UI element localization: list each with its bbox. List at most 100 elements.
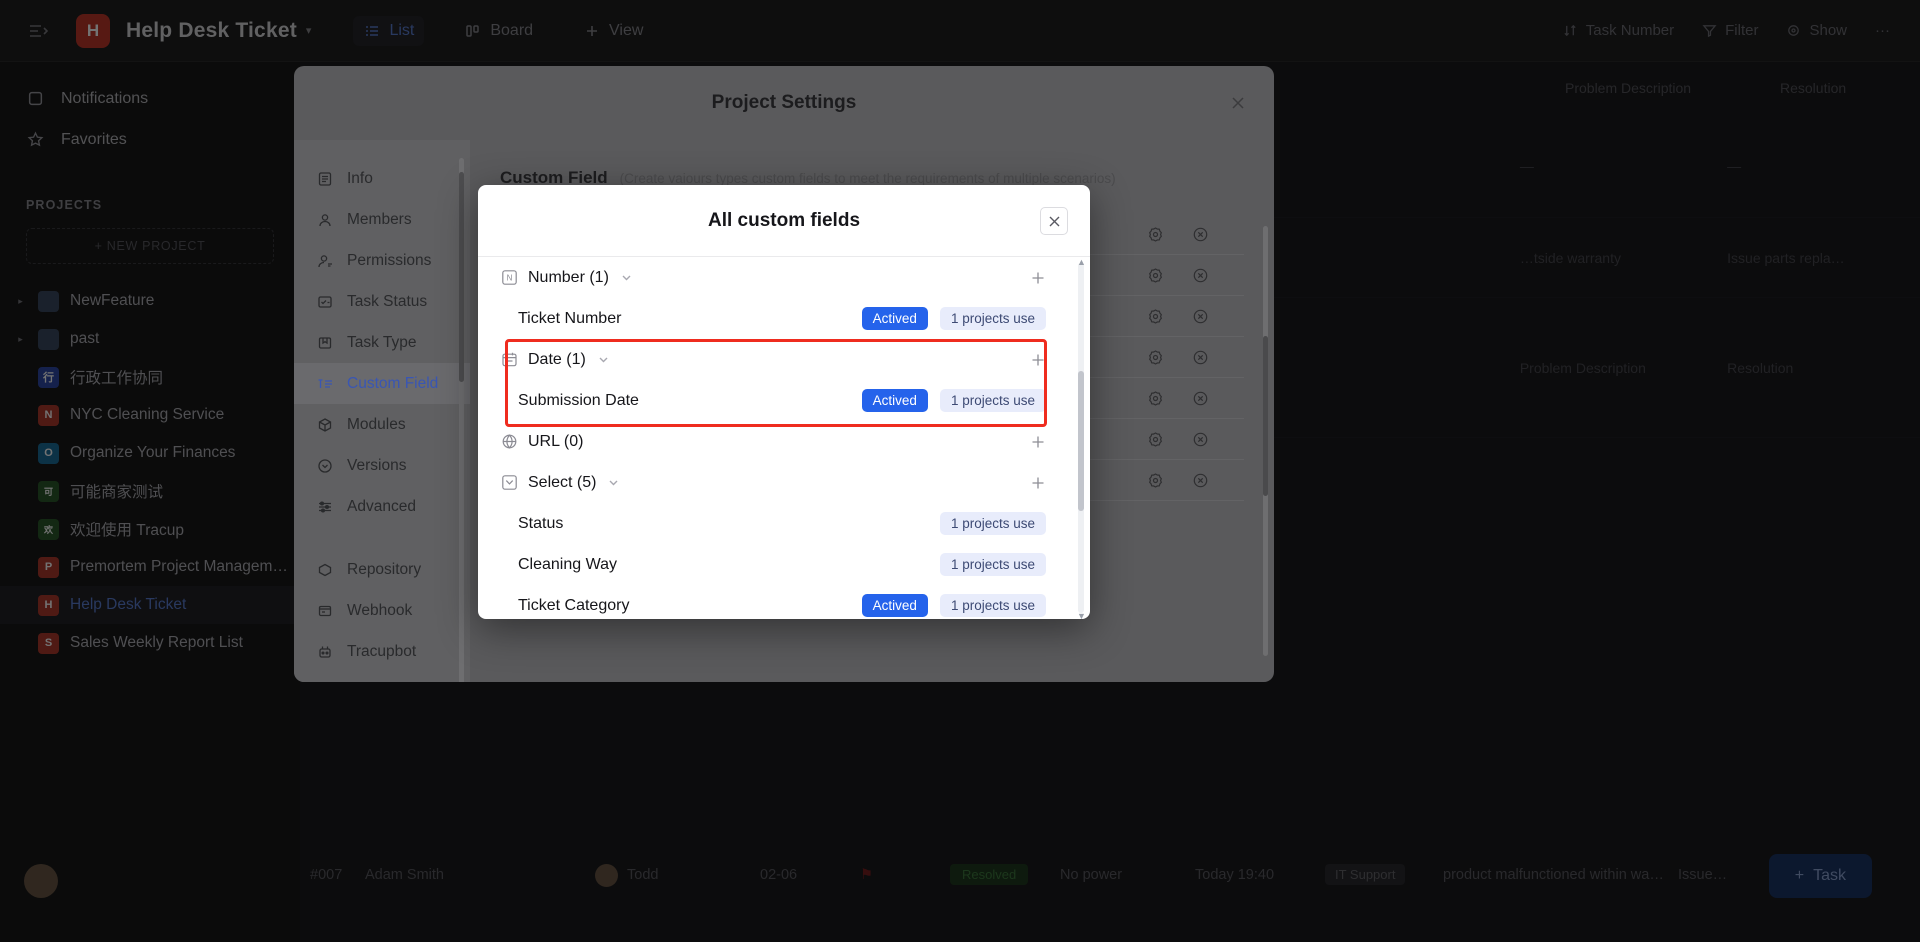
date-field-icon (500, 351, 518, 369)
settings-nav-custom-field[interactable]: Custom Field (294, 363, 470, 404)
field-group-date[interactable]: Date (1) (478, 339, 1090, 380)
custom-field-item-cleaning-way[interactable]: Cleaning Way 1 projects use (478, 544, 1090, 585)
status-badge: Actived (862, 594, 928, 617)
settings-nav-scrollbar[interactable] (459, 158, 464, 682)
custom-field-name: Ticket Number (518, 310, 621, 328)
gear-icon[interactable] (1146, 225, 1165, 244)
field-group-label: Number (1) (528, 269, 609, 287)
settings-nav-label: Webhook (347, 602, 412, 620)
status-badge: Actived (862, 389, 928, 412)
settings-nav-tracupbot[interactable]: Tracupbot (294, 631, 470, 672)
field-group-url[interactable]: URL (0) (478, 421, 1090, 462)
gear-icon[interactable] (1146, 430, 1165, 449)
settings-nav-info[interactable]: Info (294, 158, 470, 199)
remove-circle-icon[interactable] (1191, 307, 1210, 326)
settings-nav-advanced[interactable]: Advanced (294, 486, 470, 527)
field-group-number[interactable]: N Number (1) (478, 257, 1090, 298)
custom-field-badges: 1 projects use (940, 553, 1068, 576)
usage-badge: 1 projects use (940, 553, 1046, 576)
cube-icon (316, 416, 334, 434)
all-custom-fields-title: All custom fields (708, 210, 860, 232)
gear-icon[interactable] (1146, 307, 1165, 326)
custom-fields-scrollbar[interactable]: ▲ ▼ (1078, 263, 1084, 613)
custom-field-badges: Actived 1 projects use (862, 389, 1068, 412)
remove-circle-icon[interactable] (1191, 389, 1210, 408)
project-settings-header: Project Settings (294, 66, 1274, 140)
gear-icon[interactable] (1146, 348, 1165, 367)
remove-circle-icon[interactable] (1191, 471, 1210, 490)
remove-circle-icon[interactable] (1191, 225, 1210, 244)
all-custom-fields-dialog: All custom fields N Number (1) Tick (478, 185, 1090, 619)
scrollbar-thumb[interactable] (1078, 371, 1084, 511)
usage-badge: 1 projects use (940, 594, 1046, 617)
add-field-button[interactable] (1030, 475, 1068, 491)
info-list-icon (316, 170, 334, 188)
settings-nav-label: Task Status (347, 293, 427, 311)
settings-nav-label: Permissions (347, 252, 431, 270)
project-settings-nav: Info Members Permissions (294, 140, 470, 682)
settings-nav-permissions[interactable]: Permissions (294, 240, 470, 281)
number-field-icon: N (500, 269, 518, 287)
custom-field-badges: 1 projects use (940, 512, 1068, 535)
field-group-label: Date (1) (528, 351, 586, 369)
gear-icon[interactable] (1146, 266, 1165, 285)
checklist-icon (316, 293, 334, 311)
custom-field-badges: Actived 1 projects use (862, 594, 1068, 617)
custom-field-subheading: (Create vaiours types custom fields to m… (620, 171, 1116, 186)
custom-field-badges: Actived 1 projects use (862, 307, 1068, 330)
clock-icon (316, 457, 334, 475)
settings-nav-members[interactable]: Members (294, 199, 470, 240)
field-group-select[interactable]: Select (5) (478, 462, 1090, 503)
user-icon (316, 211, 334, 229)
add-field-button[interactable] (1030, 270, 1068, 286)
settings-nav-label: Task Type (347, 334, 417, 352)
field-group-label: URL (0) (528, 433, 583, 451)
settings-nav-modules[interactable]: Modules (294, 404, 470, 445)
custom-fields-list: N Number (1) Ticket Number Actived 1 pro… (478, 257, 1090, 619)
url-field-icon (500, 433, 518, 451)
nav-divider (294, 527, 470, 549)
bookmark-icon (316, 334, 334, 352)
field-group-label: Select (5) (528, 474, 596, 492)
status-badge: Actived (862, 307, 928, 330)
custom-field-name: Cleaning Way (518, 556, 617, 574)
chevron-down-icon[interactable] (598, 354, 609, 365)
custom-field-item-status[interactable]: Status 1 projects use (478, 503, 1090, 544)
webhook-icon (316, 602, 334, 620)
add-field-button[interactable] (1030, 434, 1068, 450)
custom-field-item-submission-date[interactable]: Submission Date Actived 1 projects use (478, 380, 1090, 421)
custom-field-item-ticket-category[interactable]: Ticket Category Actived 1 projects use (478, 585, 1090, 619)
close-icon[interactable] (1040, 207, 1068, 235)
custom-field-scrollbar[interactable] (1263, 226, 1268, 656)
remove-circle-icon[interactable] (1191, 266, 1210, 285)
gear-icon[interactable] (1146, 389, 1165, 408)
scrollbar-thumb[interactable] (459, 172, 464, 382)
gear-icon[interactable] (1146, 471, 1165, 490)
remove-circle-icon[interactable] (1191, 430, 1210, 449)
all-custom-fields-header: All custom fields (478, 185, 1090, 257)
select-field-icon (500, 474, 518, 492)
close-icon[interactable] (1228, 93, 1248, 113)
settings-nav-webhook[interactable]: Webhook (294, 590, 470, 631)
settings-nav-versions[interactable]: Versions (294, 445, 470, 486)
custom-field-name: Status (518, 515, 563, 533)
scroll-down-icon[interactable]: ▼ (1077, 611, 1086, 619)
chevron-down-icon[interactable] (621, 272, 632, 283)
usage-badge: 1 projects use (940, 389, 1046, 412)
custom-field-item-ticket-number[interactable]: Ticket Number Actived 1 projects use (478, 298, 1090, 339)
scroll-up-icon[interactable]: ▲ (1077, 257, 1086, 267)
project-settings-title: Project Settings (712, 92, 857, 114)
settings-nav-repository[interactable]: Repository (294, 549, 470, 590)
add-field-button[interactable] (1030, 352, 1068, 368)
text-fields-icon (316, 375, 334, 393)
scrollbar-thumb[interactable] (1263, 336, 1268, 496)
remove-circle-icon[interactable] (1191, 348, 1210, 367)
usage-badge: 1 projects use (940, 512, 1046, 535)
chevron-down-icon[interactable] (608, 477, 619, 488)
settings-nav-task-type[interactable]: Task Type (294, 322, 470, 363)
settings-nav-label: Advanced (347, 498, 416, 516)
user-key-icon (316, 252, 334, 270)
settings-nav-label: Info (347, 170, 373, 188)
settings-nav-task-status[interactable]: Task Status (294, 281, 470, 322)
settings-nav-label: Modules (347, 416, 406, 434)
